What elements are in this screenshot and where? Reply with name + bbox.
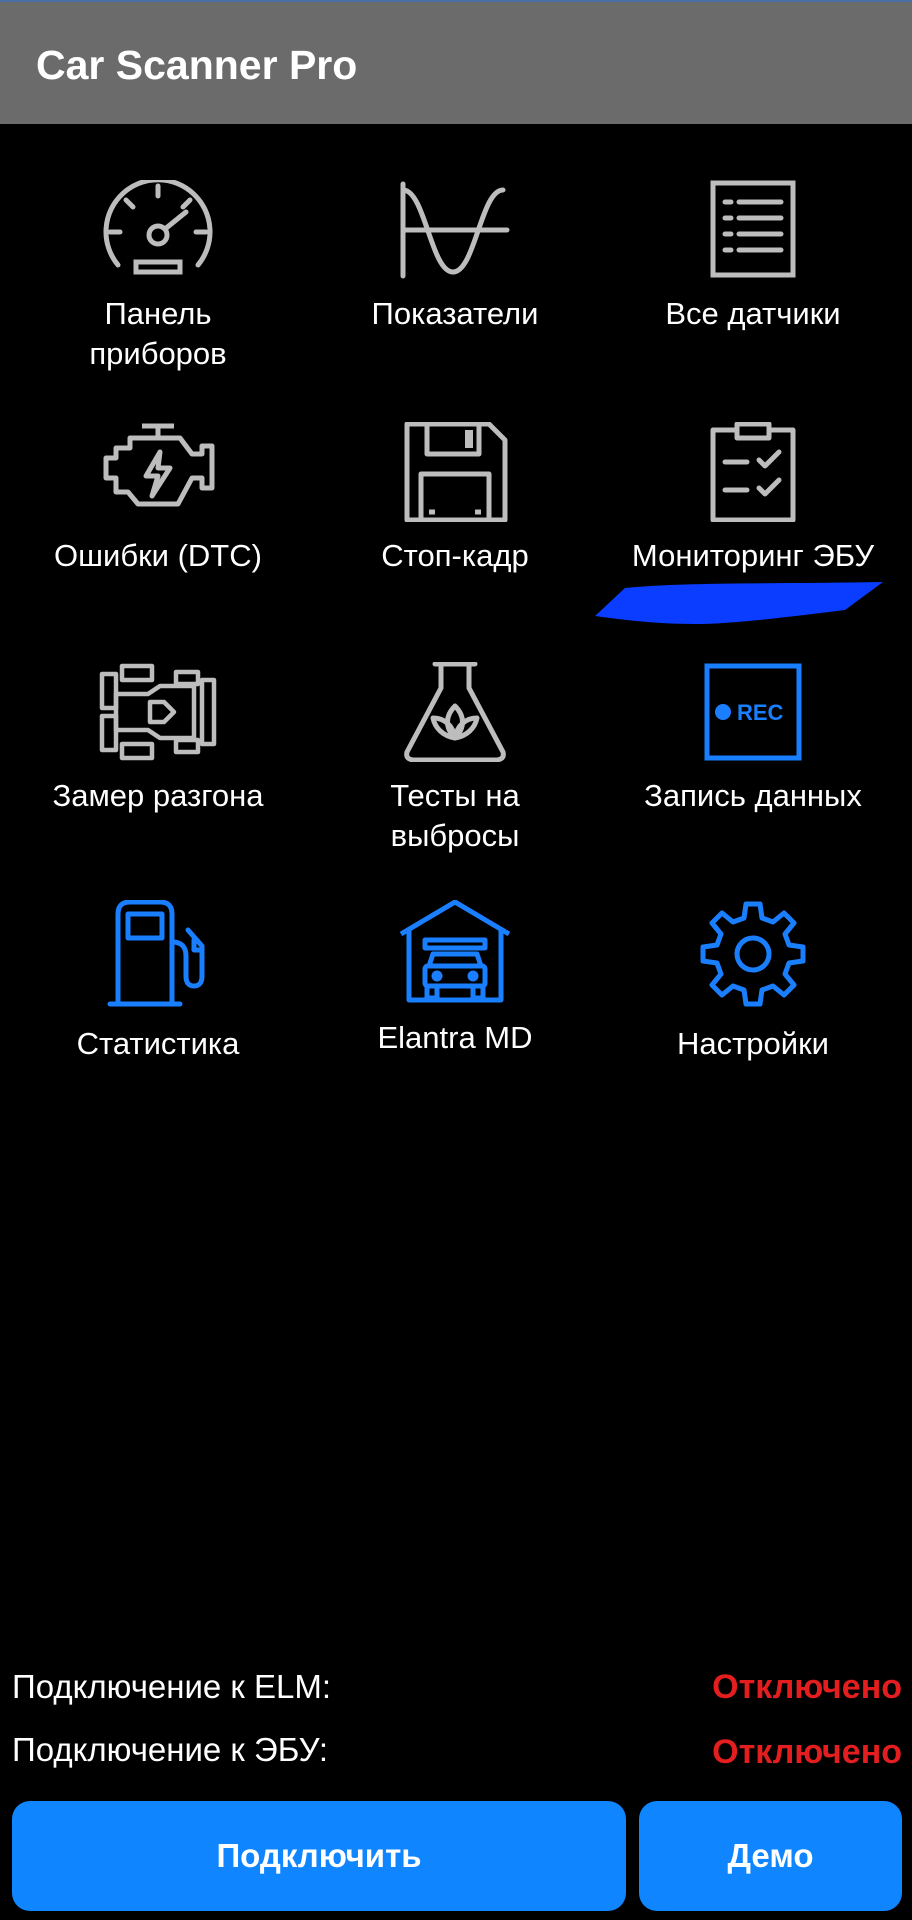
tile-data-recording[interactable]: REC Запись данных	[603, 662, 903, 816]
demo-button[interactable]: Демо	[639, 1801, 902, 1911]
tile-label: Тесты на выбросы	[390, 778, 520, 853]
clipboard-check-icon	[710, 422, 796, 522]
tile-label: Elantra MD	[377, 1020, 533, 1055]
tile-settings[interactable]: Настройки	[603, 900, 903, 1064]
flask-leaf-icon	[404, 662, 506, 762]
svg-text:REC: REC	[737, 700, 784, 725]
fuel-pump-icon	[107, 900, 205, 1007]
tile-label: Настройки	[676, 1026, 829, 1061]
rec-icon: REC	[704, 663, 802, 761]
garage-car-icon	[399, 900, 511, 1003]
tile-emission-tests[interactable]: Тесты на выбросы	[305, 662, 605, 856]
list-icon	[710, 180, 796, 278]
tile-label: Панель приборов	[89, 296, 227, 371]
tile-label: Статистика	[76, 1026, 240, 1061]
tile-freeze-frame[interactable]: Стоп-кадр	[305, 422, 605, 576]
ecu-connection-label: Подключение к ЭБУ:	[12, 1731, 329, 1768]
tile-label: Все датчики	[665, 296, 841, 331]
floppy-disk-icon	[404, 422, 508, 522]
tile-all-sensors[interactable]: Все датчики	[603, 180, 903, 334]
tile-indicators[interactable]: Показатели	[305, 180, 605, 334]
tile-label: Замер разгона	[52, 778, 264, 813]
tile-dtc[interactable]: Ошибки (DTC)	[8, 422, 308, 576]
tile-label: Мониторинг ЭБУ	[631, 538, 875, 573]
tile-label: Запись данных	[644, 778, 862, 813]
redaction-scribble	[595, 582, 883, 624]
tile-label: Ошибки (DTC)	[54, 538, 262, 573]
tile-ecu-monitoring[interactable]: Мониторинг ЭБУ	[603, 422, 903, 576]
gear-icon	[700, 901, 806, 1007]
app-title: Car Scanner Pro	[36, 42, 358, 88]
race-car-icon	[99, 663, 217, 761]
tile-statistics[interactable]: Статистика	[8, 900, 308, 1064]
sine-wave-icon	[400, 181, 510, 279]
tile-label: Показатели	[371, 296, 539, 331]
tile-label: Стоп-кадр	[381, 538, 529, 573]
app-bar: Car Scanner Pro	[0, 0, 912, 124]
elm-connection-status: Отключено	[712, 1668, 902, 1706]
ecu-connection-status: Отключено	[712, 1733, 902, 1771]
tile-acceleration[interactable]: Замер разгона	[8, 662, 308, 816]
connect-button[interactable]: Подключить	[12, 1801, 626, 1911]
elm-connection-label: Подключение к ELM:	[12, 1668, 332, 1705]
speedometer-icon	[103, 180, 213, 275]
tile-dashboard[interactable]: Панель приборов	[8, 180, 308, 374]
engine-icon	[103, 423, 215, 507]
tile-vehicle[interactable]: Elantra MD	[305, 900, 605, 1058]
